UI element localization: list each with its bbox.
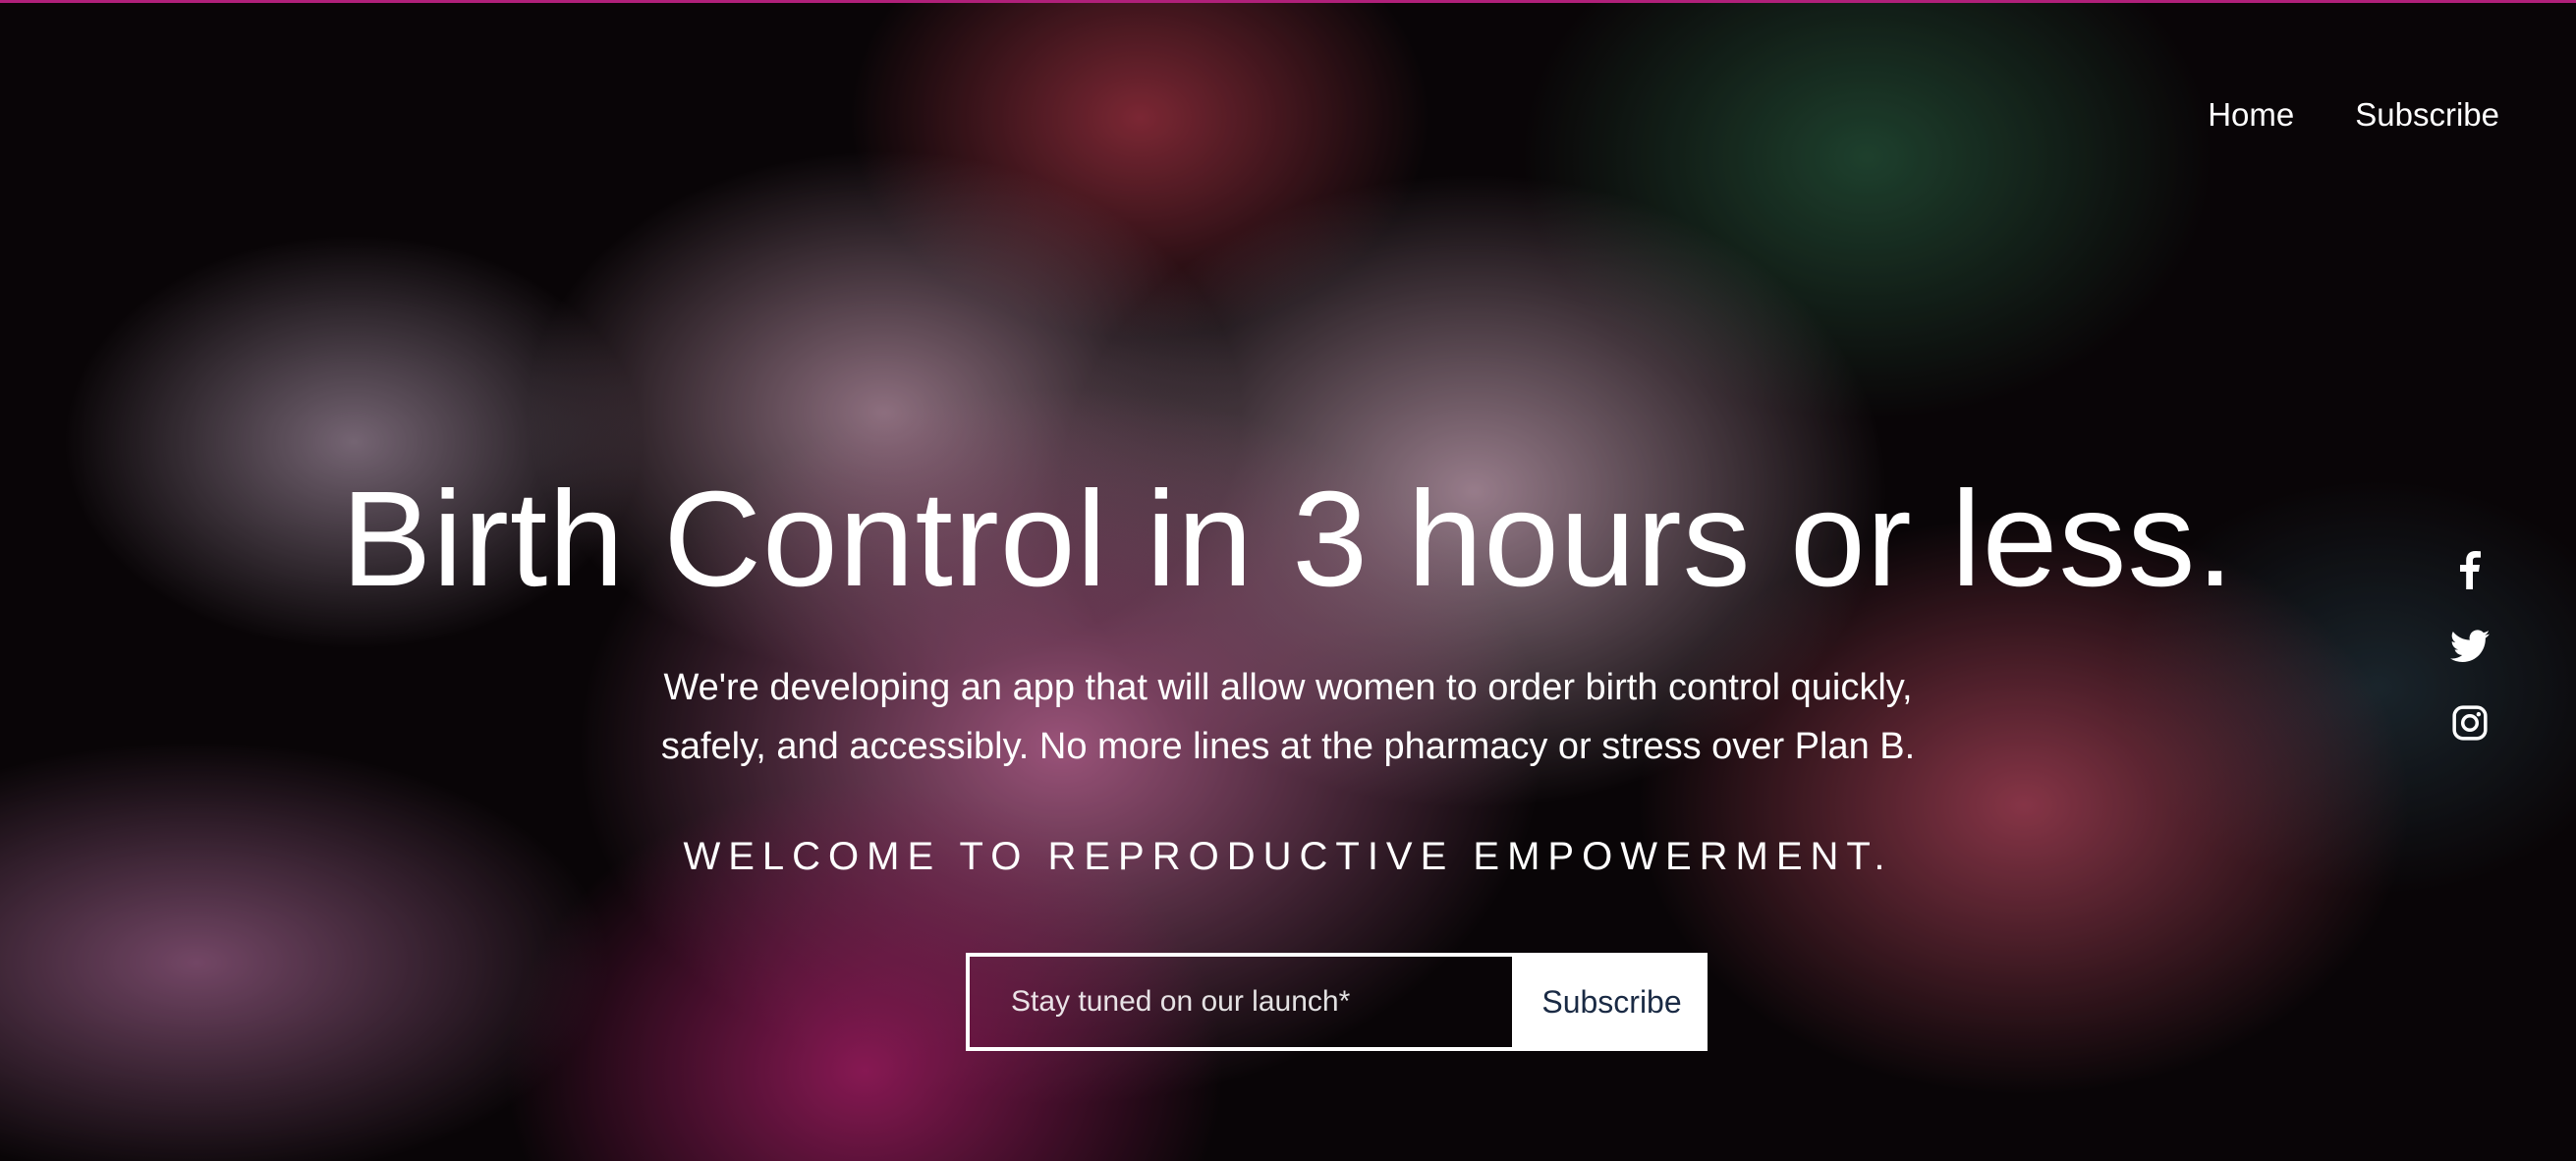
nav-subscribe-link[interactable]: Subscribe: [2355, 96, 2499, 134]
subscribe-button[interactable]: Subscribe: [1516, 953, 1708, 1051]
hero-description: We're developing an app that will allow …: [589, 658, 1987, 776]
twitter-icon[interactable]: [2450, 627, 2490, 666]
subscribe-form: Subscribe: [966, 953, 1708, 1051]
nav-home-link[interactable]: Home: [2208, 96, 2294, 134]
hero-headline: Birth Control in 3 hours or less.: [341, 464, 2235, 615]
description-line-1: We're developing an app that will allow …: [663, 667, 1913, 708]
hero-tagline: WELCOME TO REPRODUCTIVE EMPOWERMENT.: [683, 835, 1893, 878]
description-line-2: safely, and accessibly. No more lines at…: [660, 726, 1916, 767]
top-accent-line: [0, 0, 2576, 3]
launch-email-input[interactable]: [966, 953, 1516, 1051]
main-nav: Home Subscribe: [2208, 96, 2499, 134]
instagram-icon[interactable]: [2450, 703, 2490, 743]
